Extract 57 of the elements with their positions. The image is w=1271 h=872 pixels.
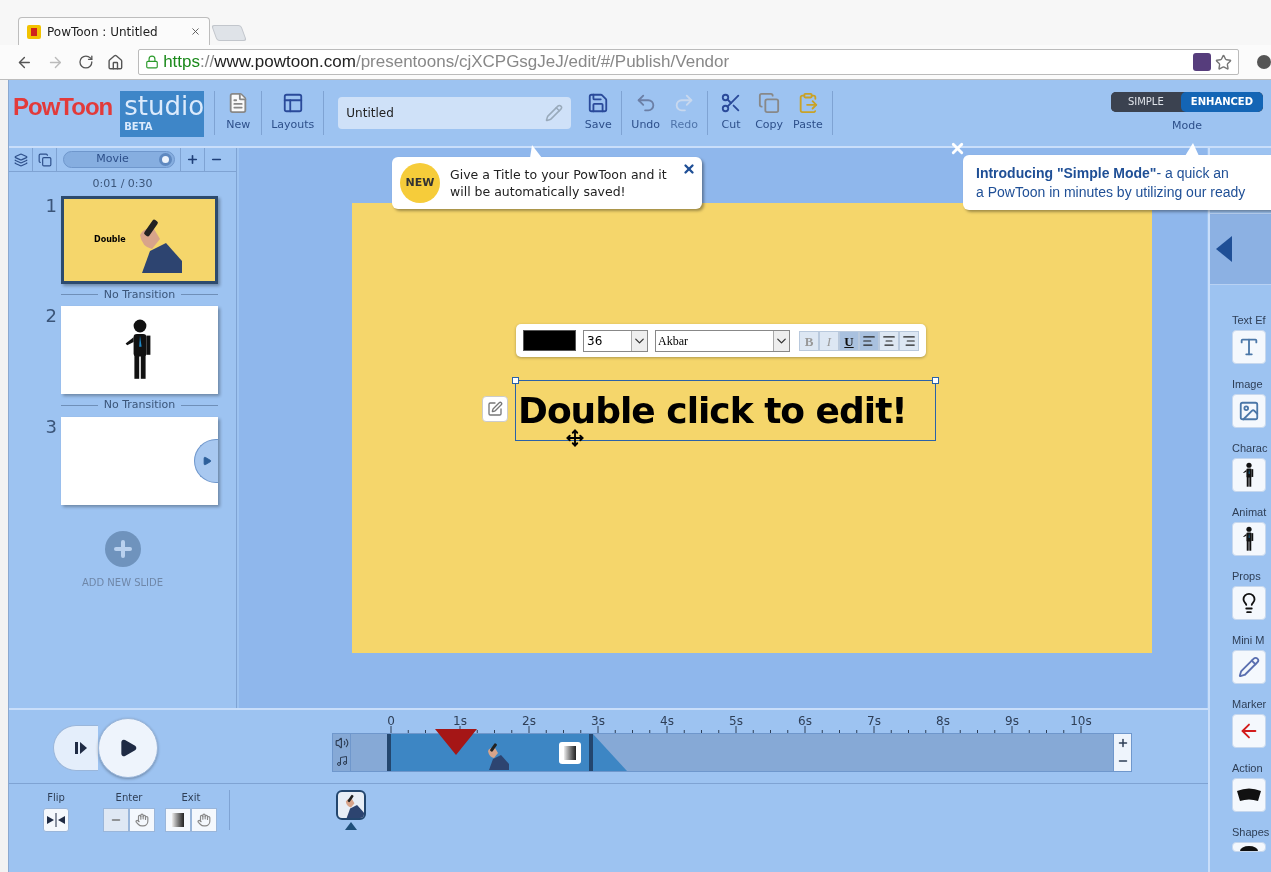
flip-label: Flip xyxy=(47,791,65,805)
category-label: Mini M xyxy=(1232,633,1266,647)
category-label: Text Ef xyxy=(1232,313,1267,327)
ruler-label: 6s xyxy=(798,713,812,730)
address-field[interactable]: https://www.powtoon.com/presentoons/cjXCPGsgJeJ/edit/#/Publish/Vendor xyxy=(138,49,1240,75)
ruler-label: 5s xyxy=(729,713,743,730)
ruler-label: 7s xyxy=(867,713,881,730)
title-field[interactable]: Untitled xyxy=(338,97,572,129)
layouts-button[interactable]: Layouts xyxy=(268,92,318,134)
category-label: Animat xyxy=(1232,505,1268,519)
slide-number: 3 xyxy=(44,416,58,437)
new-button[interactable]: New xyxy=(221,92,256,134)
font-select[interactable]: Akbar xyxy=(655,329,790,352)
transition-label[interactable]: No Transition xyxy=(103,286,176,303)
category-label: Charac xyxy=(1232,441,1269,455)
cut-button[interactable]: Cut xyxy=(714,92,749,134)
ruler-label: 1s xyxy=(453,713,467,730)
tooltip-text: Give a Title to your PowToon and it will be automatically saved! xyxy=(450,166,668,200)
thumbnail-text: Double xyxy=(94,233,126,246)
font-size-select[interactable]: 36 xyxy=(583,329,648,352)
tab-title: PowToon : Untitled xyxy=(47,23,159,41)
category-label: Marker xyxy=(1232,697,1268,711)
enter-label: Enter xyxy=(115,791,143,805)
slide-number: 1 xyxy=(44,195,58,216)
copy-button[interactable]: Copy xyxy=(752,92,787,134)
exit-label: Exit xyxy=(181,791,201,805)
ruler-label: 4s xyxy=(660,713,674,730)
category-label: Action xyxy=(1232,761,1264,775)
category-label: Shapes xyxy=(1232,825,1271,839)
add-slide-label: ADD NEW SLIDE xyxy=(81,575,164,590)
style-toggle[interactable]: U xyxy=(839,330,859,351)
category-label: Props xyxy=(1232,569,1262,583)
slide-number: 2 xyxy=(44,306,58,326)
tooltip-text: Introducing "Simple Mode"- a quick an xyxy=(976,163,1230,183)
paste-button[interactable]: Paste xyxy=(790,92,826,134)
slide-thumbnail[interactable]: Double xyxy=(61,195,218,284)
tooltip-text: a PowToon in minutes by utilizing our ready xyxy=(976,182,1247,202)
time-display: 0:01 / 0:30 xyxy=(92,176,153,192)
save-button[interactable]: Save xyxy=(581,92,616,134)
mode-label: Mode xyxy=(1171,117,1202,134)
ruler-label: 8s xyxy=(936,713,950,730)
ruler-label: 9s xyxy=(1005,713,1019,730)
browser-tab[interactable]: PowToon : Untitled xyxy=(18,17,210,45)
new-badge: NEW xyxy=(400,163,440,203)
studio-logo: studio BETA xyxy=(120,91,205,137)
url-text: https://www.powtoon.com/presentoons/cjXCPGsgJeJ/edit/#/Publish/Vendor xyxy=(163,51,731,74)
category-label: Image xyxy=(1232,377,1264,391)
ruler-label: 3s xyxy=(591,713,605,730)
text-box[interactable]: Double click to edit! xyxy=(515,380,936,441)
logo: PowToon xyxy=(13,92,113,122)
undo-button[interactable]: Undo xyxy=(628,92,664,134)
ruler-label: 0 xyxy=(387,713,395,730)
ruler-label: 10s xyxy=(1070,713,1092,730)
movie-toggle[interactable]: Movie xyxy=(63,151,175,168)
ruler-label: 2s xyxy=(522,713,536,730)
transition-label[interactable]: No Transition xyxy=(103,397,176,414)
mode-option[interactable]: ENHANCED xyxy=(1180,91,1263,112)
